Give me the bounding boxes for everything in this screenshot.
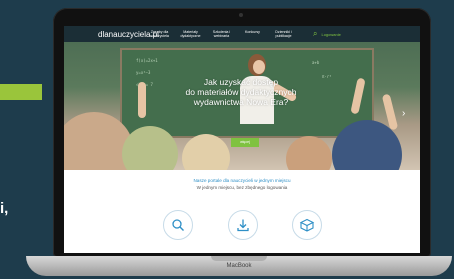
camera-icon bbox=[239, 13, 243, 17]
hero-more-button[interactable]: więcej bbox=[231, 138, 259, 147]
nav-menu: Zasoby dla nauczyciela Materiały dydakty… bbox=[144, 30, 299, 38]
teacher-face bbox=[253, 60, 265, 74]
download-icon bbox=[237, 219, 249, 232]
search-icon bbox=[172, 219, 184, 231]
login-link[interactable]: Logowanie bbox=[321, 32, 340, 37]
lower-headline[interactable]: Nasze portale dla nauczycieli w jednym m… bbox=[64, 178, 420, 183]
nav-item-publications[interactable]: Dzienniki i publikacje bbox=[268, 30, 299, 38]
laptop-frame: dlanauczyciela.pl Zasoby dla nauczyciela… bbox=[53, 8, 431, 257]
top-nav: dlanauczyciela.pl Zasoby dla nauczyciela… bbox=[64, 26, 420, 42]
laptop-screen: dlanauczyciela.pl Zasoby dla nauczyciela… bbox=[64, 26, 420, 253]
student-figure bbox=[286, 136, 332, 170]
nav-item-training[interactable]: Szkolenia i webinaria bbox=[206, 30, 237, 38]
student-figure bbox=[182, 134, 230, 170]
site-logo[interactable]: dlanauczyciela.pl bbox=[98, 30, 159, 39]
box-icon bbox=[299, 218, 315, 232]
chevron-right-icon[interactable]: › bbox=[402, 108, 405, 119]
box-feature-button[interactable] bbox=[292, 210, 322, 240]
lower-subline: W jednym miejscu, bez zbędnego logowania bbox=[196, 185, 288, 190]
hero-title-line: Jak uzyskać dostęp bbox=[203, 77, 279, 87]
laptop-notch bbox=[211, 256, 267, 261]
accent-stripe bbox=[0, 84, 42, 100]
laptop-base: MacBook bbox=[26, 256, 452, 276]
lower-section: Nasze portale dla nauczycieli w jednym m… bbox=[64, 170, 420, 253]
download-feature-button[interactable] bbox=[228, 210, 258, 240]
hero-title-line: do materiałów dydaktycznych bbox=[185, 87, 297, 97]
laptop-brand: MacBook bbox=[226, 263, 252, 269]
search-feature-button[interactable] bbox=[163, 210, 193, 240]
hero-title: Jak uzyskać dostęp do materiałów dydakty… bbox=[134, 77, 348, 107]
nav-item-materials[interactable]: Materiały dydaktyczne bbox=[175, 30, 206, 38]
search-icon[interactable]: ⌕ bbox=[313, 29, 317, 39]
nav-item-contests[interactable]: Konkursy bbox=[237, 30, 268, 38]
hero-title-line: wydawnictwa Nowa Era? bbox=[193, 97, 289, 107]
hero-banner: f(x)=2x+1 y=x²−3 √49 = 7 a+b π·r² Jak uz… bbox=[64, 42, 420, 170]
side-text: i, bbox=[0, 200, 9, 217]
nav-item-resources[interactable]: Zasoby dla nauczyciela bbox=[144, 30, 175, 38]
